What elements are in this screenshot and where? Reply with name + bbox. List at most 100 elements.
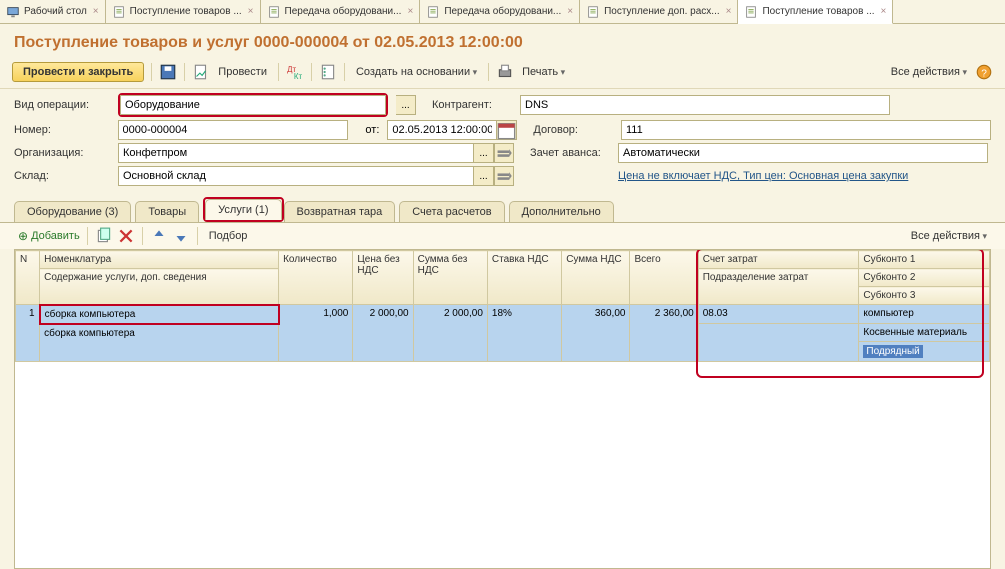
warehouse-field[interactable]	[118, 166, 474, 186]
price-type-link[interactable]: Цена не включает НДС, Тип цен: Основная …	[618, 170, 908, 182]
close-icon[interactable]: ×	[875, 6, 887, 17]
print-icon[interactable]	[496, 63, 514, 81]
cell-nomen[interactable]: сборка компьютера	[40, 305, 279, 324]
col-sum-novat[interactable]: Сумма без НДС	[413, 251, 487, 305]
doc-tabs: Оборудование (3) Товары Услуги (1) Возвр…	[0, 197, 1005, 222]
date-label: от:	[356, 124, 380, 136]
counterparty-field[interactable]	[520, 95, 890, 115]
contract-field[interactable]	[621, 120, 991, 140]
contract-label: Договор:	[533, 124, 613, 136]
op-type-label: Вид операции:	[14, 99, 110, 111]
create-based-button[interactable]: Создать на основании	[352, 64, 481, 80]
close-icon[interactable]: ×	[561, 6, 573, 17]
doc-icon	[426, 5, 440, 19]
services-table: N Номенклатура Количество Цена без НДС С…	[14, 249, 991, 569]
move-down-icon[interactable]	[172, 227, 190, 245]
tab-services[interactable]: Услуги (1)	[205, 199, 281, 220]
cell-qty[interactable]: 1,000	[279, 305, 353, 362]
col-sub1[interactable]: Субконто 1	[859, 251, 990, 269]
op-type-select-button[interactable]: ...	[396, 95, 416, 115]
dt-kt-icon[interactable]: ДтКт	[286, 63, 304, 81]
cell-price-novat[interactable]: 2 000,00	[353, 305, 413, 362]
copy-row-icon[interactable]	[95, 227, 113, 245]
col-price-novat[interactable]: Цена без НДС	[353, 251, 413, 305]
cell-cost-acc[interactable]: 08.03	[698, 305, 859, 324]
app-tab-receipt-active[interactable]: Поступление товаров ... ×	[738, 0, 893, 24]
help-icon[interactable]: ?	[975, 63, 993, 81]
app-tab-transfer-1[interactable]: Передача оборудовани... ×	[261, 0, 421, 23]
app-tab-addcost[interactable]: Поступление доп. расх... ×	[580, 0, 738, 23]
col-n[interactable]: N	[16, 251, 40, 305]
table-toolbar: Добавить Подбор Все действия	[0, 222, 1005, 249]
doc-icon	[112, 5, 126, 19]
tab-equipment[interactable]: Оборудование (3)	[14, 201, 131, 222]
cell-content[interactable]: сборка компьютера	[40, 324, 279, 362]
number-field[interactable]	[118, 120, 348, 140]
app-tab-receipt-1[interactable]: Поступление товаров ... ×	[106, 0, 261, 23]
col-nomen[interactable]: Номенклатура	[40, 251, 279, 269]
add-row-button[interactable]: Добавить	[18, 229, 80, 243]
doc-icon	[744, 5, 758, 19]
app-tab-label: Поступление товаров ...	[762, 6, 874, 17]
warehouse-open-button[interactable]	[494, 166, 514, 186]
warehouse-select-button[interactable]: ...	[474, 166, 494, 186]
all-actions-button[interactable]: Все действия	[887, 64, 971, 80]
org-select-button[interactable]: ...	[474, 143, 494, 163]
doc-icon	[586, 5, 600, 19]
close-icon[interactable]: ×	[720, 6, 732, 17]
op-type-field[interactable]	[120, 95, 386, 115]
close-icon[interactable]: ×	[401, 6, 413, 17]
table-all-actions-button[interactable]: Все действия	[907, 228, 991, 244]
svg-text:Кт: Кт	[294, 72, 303, 81]
cell-vat-rate[interactable]: 18%	[487, 305, 561, 362]
cell-total[interactable]: 2 360,00	[630, 305, 698, 362]
delete-row-icon[interactable]	[117, 227, 135, 245]
page-title: Поступление товаров и услуг 0000-000004 …	[0, 24, 1005, 60]
post-button[interactable]: Провести	[214, 64, 271, 80]
cell-sub1[interactable]: компьютер	[859, 305, 990, 324]
col-vat-sum[interactable]: Сумма НДС	[562, 251, 630, 305]
app-tab-label: Рабочий стол	[24, 6, 87, 17]
command-bar: Провести и закрыть Провести ДтКт Создать…	[0, 60, 1005, 89]
col-vat-rate[interactable]: Ставка НДС	[487, 251, 561, 305]
app-tab-transfer-2[interactable]: Передача оборудовани... ×	[420, 0, 580, 23]
table-row[interactable]: 1 сборка компьютера 1,000 2 000,00 2 000…	[16, 305, 990, 324]
col-content[interactable]: Содержание услуги, доп. сведения	[40, 269, 279, 305]
col-cost-acc[interactable]: Счет затрат	[698, 251, 859, 269]
cell-vat-sum[interactable]: 360,00	[562, 305, 630, 362]
structure-icon[interactable]	[319, 63, 337, 81]
col-total[interactable]: Всего	[630, 251, 698, 305]
app-tabs: Рабочий стол × Поступление товаров ... ×…	[0, 0, 1005, 24]
org-field[interactable]	[118, 143, 474, 163]
cell-sum-novat[interactable]: 2 000,00	[413, 305, 487, 362]
app-tab-desktop[interactable]: Рабочий стол ×	[0, 0, 106, 23]
move-up-icon[interactable]	[150, 227, 168, 245]
app-tab-label: Поступление товаров ...	[130, 6, 242, 17]
app-tab-label: Поступление доп. расх...	[604, 6, 720, 17]
post-icon[interactable]	[192, 63, 210, 81]
cell-n[interactable]: 1	[16, 305, 40, 362]
app-tab-label: Передача оборудовани...	[285, 6, 402, 17]
tab-accounts[interactable]: Счета расчетов	[399, 201, 504, 222]
print-button[interactable]: Печать	[518, 64, 569, 80]
date-field[interactable]	[387, 120, 497, 140]
selection-button[interactable]: Подбор	[205, 228, 252, 244]
advance-field[interactable]	[618, 143, 988, 163]
calendar-icon[interactable]	[497, 120, 517, 140]
close-icon[interactable]: ×	[242, 6, 254, 17]
tab-additional[interactable]: Дополнительно	[509, 201, 614, 222]
close-icon[interactable]: ×	[87, 6, 99, 17]
svg-text:?: ?	[981, 69, 987, 80]
col-qty[interactable]: Количество	[279, 251, 353, 305]
tab-goods[interactable]: Товары	[135, 201, 199, 222]
cell-sub3[interactable]: Подрядный	[859, 342, 990, 362]
col-sub3[interactable]: Субконто 3	[859, 287, 990, 305]
org-open-button[interactable]	[494, 143, 514, 163]
cell-sub2[interactable]: Косвенные материаль	[859, 324, 990, 342]
cell-division[interactable]	[698, 324, 859, 362]
post-and-close-button[interactable]: Провести и закрыть	[12, 62, 144, 82]
tab-returnable[interactable]: Возвратная тара	[284, 201, 396, 222]
save-icon[interactable]	[159, 63, 177, 81]
col-division[interactable]: Подразделение затрат	[698, 269, 859, 305]
col-sub2[interactable]: Субконто 2	[859, 269, 990, 287]
